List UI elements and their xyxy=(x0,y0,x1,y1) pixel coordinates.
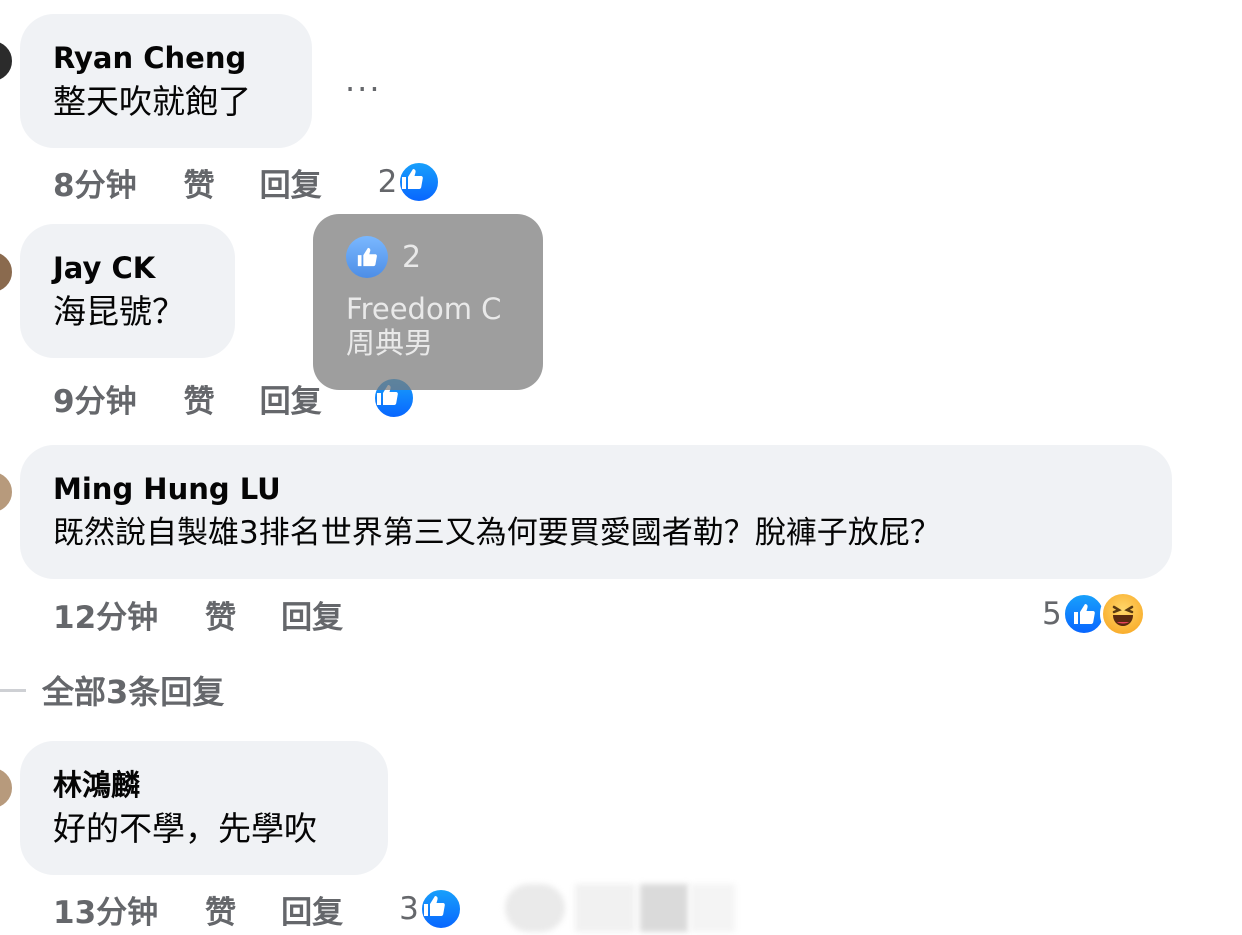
avatar[interactable] xyxy=(0,39,14,83)
tooltip-count: 2 xyxy=(402,239,422,275)
avatar[interactable] xyxy=(0,766,14,810)
comment-author[interactable]: 林鴻麟 xyxy=(53,767,354,803)
comment-time[interactable]: 9分钟 xyxy=(53,376,137,421)
redacted-area xyxy=(505,884,565,932)
like-thumb-icon[interactable] xyxy=(418,887,463,931)
haha-emoji-icon xyxy=(1099,591,1146,637)
reply-button[interactable]: 回复 xyxy=(281,592,343,637)
tooltip-name: Freedom C xyxy=(346,292,502,326)
comment-bubble: Ming Hung LU 既然說自製雄3排名世界第三又為何要買愛國者勒？脫褲子放… xyxy=(20,445,1172,579)
like-button[interactable]: 赞 xyxy=(205,887,236,932)
reply-button[interactable]: 回复 xyxy=(260,160,322,205)
more-options-icon[interactable]: ··· xyxy=(345,70,382,108)
comment-time[interactable]: 13分钟 xyxy=(53,887,158,932)
comment-bubble: Ryan Cheng 整天吹就飽了 xyxy=(20,14,312,148)
redacted-area xyxy=(575,884,635,932)
comment-bubble: Jay CK 海昆號？ xyxy=(20,224,235,358)
comment-actions: 8分钟 赞 回复 2 xyxy=(53,160,442,205)
comment-actions: 13分钟 赞 回复 3 xyxy=(53,887,463,932)
view-replies-link[interactable]: 全部3条回复 xyxy=(42,667,224,713)
avatar[interactable] xyxy=(0,470,14,514)
comment-time[interactable]: 12分钟 xyxy=(53,592,158,637)
reaction-count[interactable]: 5 xyxy=(1042,596,1062,632)
tooltip-name: 周典男 xyxy=(346,326,434,360)
comment-author[interactable]: Jay CK xyxy=(53,250,201,286)
redacted-area xyxy=(690,884,735,932)
reactions-tooltip: 2 Freedom C 周典男 xyxy=(313,214,543,390)
comment-text: 好的不學，先學吹 xyxy=(53,809,317,848)
reaction-count[interactable]: 3 xyxy=(399,891,419,927)
like-button[interactable]: 赞 xyxy=(205,592,236,637)
comment-bubble: 林鴻麟 好的不學，先學吹 xyxy=(20,741,388,875)
reply-button[interactable]: 回复 xyxy=(260,376,322,421)
reaction-count[interactable]: 2 xyxy=(378,164,398,200)
comment-text: 海昆號？ xyxy=(53,292,185,331)
like-button[interactable]: 赞 xyxy=(184,160,215,205)
comment-text: 既然說自製雄3排名世界第三又為何要買愛國者勒？脫褲子放屁？ xyxy=(53,515,941,551)
comment-actions: 12分钟 赞 回复 xyxy=(53,592,343,637)
redacted-area xyxy=(640,884,688,932)
reply-button[interactable]: 回复 xyxy=(281,887,343,932)
avatar[interactable] xyxy=(0,250,14,294)
like-thumb-icon[interactable] xyxy=(397,160,442,204)
reaction-summary[interactable]: 5 xyxy=(1042,591,1146,637)
like-button[interactable]: 赞 xyxy=(184,376,215,421)
replies-connector xyxy=(0,689,26,692)
comment-author[interactable]: Ming Hung LU xyxy=(53,471,1138,507)
comment-time[interactable]: 8分钟 xyxy=(53,160,137,205)
comment-text: 整天吹就飽了 xyxy=(53,82,251,121)
like-thumb-icon xyxy=(346,236,388,278)
comment-author[interactable]: Ryan Cheng xyxy=(53,40,278,76)
